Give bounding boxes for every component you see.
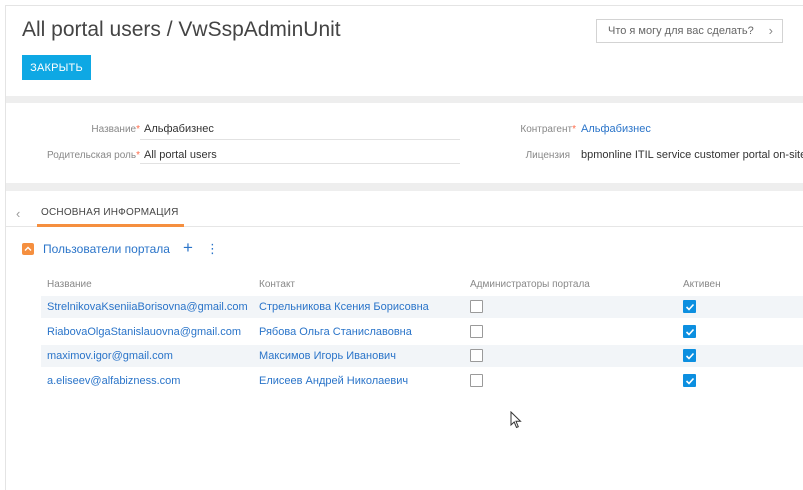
license-label: Лицензия (525, 150, 570, 161)
admin-checkbox[interactable] (470, 325, 483, 338)
collapse-icon[interactable] (22, 243, 34, 255)
mouse-cursor-icon (510, 410, 522, 434)
admin-checkbox[interactable] (470, 300, 483, 313)
name-field[interactable]: Альфабизнес (144, 123, 214, 135)
chevron-right-icon[interactable]: › (769, 23, 773, 38)
table-row[interactable]: maximov.igor@gmail.com Максимов Игорь Ив… (41, 345, 803, 367)
table-row[interactable]: a.eliseev@alfabizness.com Елисеев Андрей… (41, 370, 803, 392)
chevron-left-icon[interactable]: ‹ (16, 206, 20, 221)
table-row[interactable]: StrelnikovaKseniiaBorisovna@gmail.com Ст… (41, 296, 803, 318)
menu-dots-icon[interactable]: ⋮ (206, 241, 219, 257)
user-name-link[interactable]: a.eliseev@alfabizness.com (47, 375, 180, 387)
contact-link[interactable]: Елисеев Андрей Николаевич (259, 375, 408, 387)
parent-role-underline (140, 163, 460, 164)
name-label: Название* (91, 124, 140, 135)
active-checkbox[interactable] (683, 349, 696, 362)
active-checkbox[interactable] (683, 300, 696, 313)
license-field[interactable]: bpmonline ITIL service customer portal o… (581, 149, 803, 161)
contact-link[interactable]: Максимов Игорь Иванович (259, 350, 396, 362)
admin-checkbox[interactable] (470, 349, 483, 362)
active-checkbox[interactable] (683, 374, 696, 387)
column-header-contact[interactable]: Контакт (259, 279, 295, 290)
close-button[interactable]: ЗАКРЫТЬ (22, 55, 91, 80)
section-divider (6, 96, 803, 103)
column-header-name[interactable]: Название (47, 279, 92, 290)
account-label: Контрагент* (520, 124, 576, 135)
column-header-admin[interactable]: Администраторы портала (470, 279, 590, 290)
contact-link[interactable]: Рябова Ольга Станиславовна (259, 326, 412, 338)
tab-main-info[interactable]: ОСНОВНАЯ ИНФОРМАЦИЯ (41, 207, 179, 218)
contact-link[interactable]: Стрельникова Ксения Борисовна (259, 301, 429, 313)
account-field[interactable]: Альфабизнес (581, 123, 651, 135)
detail-title[interactable]: Пользователи портала (43, 242, 170, 256)
parent-role-label: Родительская роль* (47, 150, 140, 161)
add-icon[interactable]: + (183, 238, 193, 258)
name-field-underline (140, 139, 460, 140)
active-tab-indicator (37, 224, 184, 227)
admin-checkbox[interactable] (470, 374, 483, 387)
section-divider-2 (6, 183, 803, 191)
help-placeholder: Что я могу для вас сделать? (608, 25, 754, 37)
user-name-link[interactable]: RiabovaOlgaStanislauovna@gmail.com (47, 326, 241, 338)
active-checkbox[interactable] (683, 325, 696, 338)
user-name-link[interactable]: StrelnikovaKseniiaBorisovna@gmail.com (47, 301, 248, 313)
column-header-active[interactable]: Активен (683, 279, 721, 290)
user-name-link[interactable]: maximov.igor@gmail.com (47, 350, 173, 362)
page-title: All portal users / VwSspAdminUnit (22, 18, 341, 41)
table-row[interactable]: RiabovaOlgaStanislauovna@gmail.com Рябов… (41, 321, 803, 343)
parent-role-field[interactable]: All portal users (144, 149, 217, 161)
help-search-input[interactable]: Что я могу для вас сделать? › (596, 19, 783, 43)
